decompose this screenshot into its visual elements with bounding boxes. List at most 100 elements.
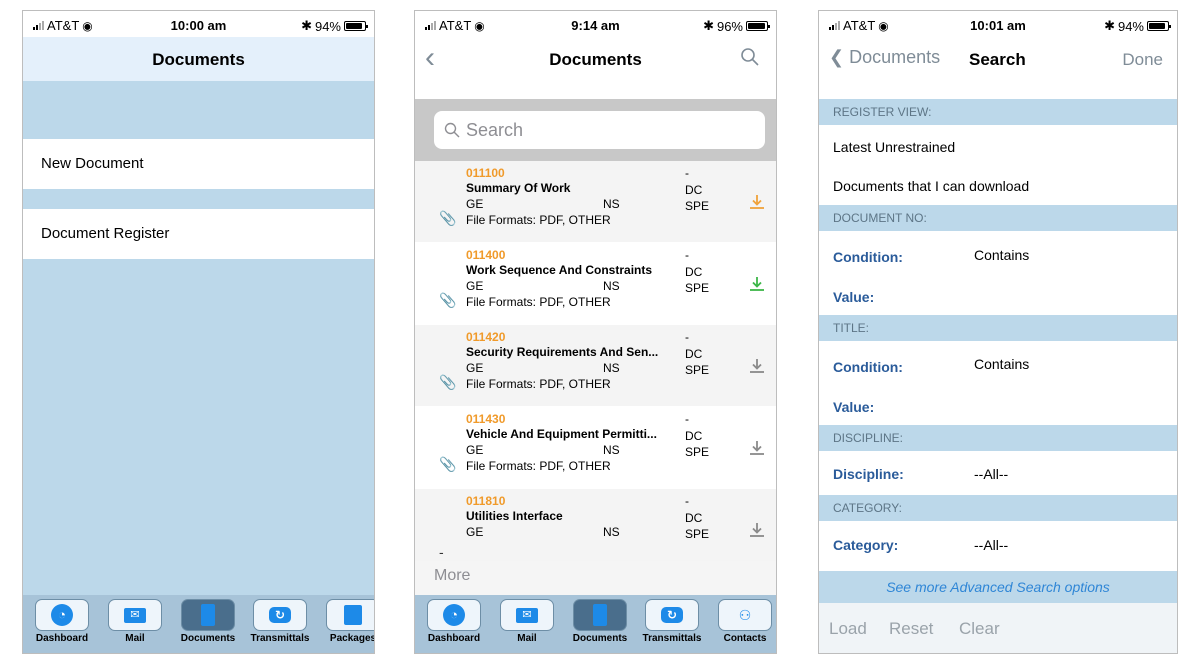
attachment-icon: 📎	[439, 456, 457, 472]
clear-button[interactable]: Clear	[959, 619, 1000, 639]
document-row[interactable]: 011100 Summary Of Work GE NS - DC SPE File Form…	[415, 161, 776, 242]
document-row[interactable]: 011810 Utilities Interface GE NS - DC SPE -	[415, 489, 776, 561]
chevron-left-icon: ❮	[829, 47, 845, 67]
battery-icon	[1147, 21, 1171, 31]
document-discipline: DC	[685, 347, 703, 361]
battery-percent: 94%	[314, 18, 341, 34]
document-revision: -	[685, 494, 689, 508]
new-document-item[interactable]: New Document	[23, 139, 374, 189]
document-status: NS	[603, 443, 620, 457]
document-title: Security Requirements And Sen...	[466, 345, 659, 359]
document-no-header: DOCUMENT NO:	[819, 205, 1177, 231]
discipline-value[interactable]: --All--	[974, 466, 1008, 482]
battery-percent: 94%	[1117, 18, 1144, 34]
document-status: NS	[603, 279, 620, 293]
tab-mail[interactable]: ✉ Mail	[492, 599, 562, 644]
mail-icon: ✉	[516, 607, 538, 623]
tab-bar: ◔ Dashboard ✉ Mail Documents ↻ Transmittals…	[415, 595, 776, 653]
bluetooth-icon: ✱	[1104, 18, 1115, 33]
status-bar: AT&T ◉ 10:00 am ✱ 94%	[23, 11, 374, 37]
transmittals-icon: ↻	[661, 607, 683, 623]
discipline-header: DISCIPLINE:	[819, 425, 1177, 451]
documents-icon	[201, 604, 215, 626]
tab-documents[interactable]: Documents	[565, 599, 635, 644]
document-discipline: DC	[685, 265, 703, 279]
search-actions-bar: Load Reset Clear	[819, 603, 1177, 653]
reset-button[interactable]: Reset	[889, 619, 933, 639]
tab-dashboard[interactable]: ◔ Dashboard	[27, 599, 97, 644]
battery-icon	[344, 21, 368, 31]
search-input[interactable]: Search	[434, 111, 765, 149]
document-category: SPE	[685, 363, 710, 377]
document-register-item[interactable]: Document Register	[23, 209, 374, 259]
discipline-label: Discipline:	[833, 466, 904, 482]
back-button[interactable]: ❮ Documents	[829, 47, 940, 68]
tab-documents[interactable]: Documents	[173, 599, 243, 644]
document-type: GE	[466, 443, 484, 457]
status-bar: AT&T ◉ 9:14 am ✱ 96%	[415, 11, 776, 37]
document-status: NS	[603, 197, 620, 211]
search-screen: AT&T ◉ 10:01 am ✱ 94% ❮ Documents Search D…	[818, 10, 1178, 654]
download-icon[interactable]	[749, 522, 765, 538]
advanced-search-link[interactable]: See more Advanced Search options	[819, 571, 1177, 603]
bluetooth-icon: ✱	[703, 18, 714, 33]
search-icon	[444, 122, 460, 138]
category-value[interactable]: --All--	[974, 537, 1008, 553]
page-title: Documents	[152, 50, 245, 69]
document-code: 011100	[466, 166, 505, 180]
load-button[interactable]: Load	[829, 619, 867, 639]
search-icon[interactable]	[740, 47, 760, 72]
document-row[interactable]: 011420 Security Requirements And Sen... GE…	[415, 325, 776, 406]
nav-bar: ❮ Documents Search Done	[819, 37, 1177, 81]
file-formats: File Formats: PDF, OTHER	[466, 377, 611, 391]
document-code: 011430	[466, 412, 506, 426]
page-title: Search	[969, 50, 1026, 69]
download-icon[interactable]	[749, 194, 765, 210]
download-icon[interactable]	[749, 440, 765, 456]
battery-percent: 96%	[716, 18, 743, 34]
downloadable-documents-option[interactable]: Documents that I can download	[833, 178, 1029, 194]
register-view-header: REGISTER VIEW:	[819, 99, 1177, 125]
done-button[interactable]: Done	[1122, 50, 1163, 70]
document-code: 011810	[466, 494, 506, 508]
download-icon[interactable]	[749, 358, 765, 374]
tab-dashboard[interactable]: ◔ Dashboard	[419, 599, 489, 644]
latest-unrestrained-option[interactable]: Latest Unrestrained	[833, 139, 955, 155]
documents-icon	[593, 604, 607, 626]
document-title: Summary Of Work	[466, 181, 571, 195]
docno-condition-value[interactable]: Contains	[974, 247, 1029, 263]
nav-bar: Documents	[23, 37, 374, 81]
document-discipline: DC	[685, 429, 703, 443]
document-row[interactable]: 011430 Vehicle And Equipment Permitti... G…	[415, 407, 776, 488]
dashboard-icon: ◔	[51, 604, 73, 626]
file-formats: File Formats: PDF, OTHER	[466, 213, 611, 227]
tab-bar: ◔ Dashboard ✉ Mail Documents ↻ Transmittals…	[23, 595, 374, 653]
tab-contacts[interactable]: ⚇ Contacts	[710, 599, 776, 644]
file-formats: File Formats: PDF, OTHER	[466, 459, 611, 473]
tab-packages[interactable]: Packages	[318, 599, 374, 644]
contacts-icon: ⚇	[738, 606, 752, 623]
document-type: GE	[466, 197, 484, 211]
battery-icon	[746, 21, 770, 31]
more-link[interactable]: More	[415, 561, 776, 596]
tab-mail[interactable]: ✉ Mail	[100, 599, 170, 644]
documents-list-screen: AT&T ◉ 9:14 am ✱ 96% ‹ Documents Search 01…	[414, 10, 777, 654]
page-title: Documents	[549, 50, 642, 69]
document-category: SPE	[685, 527, 710, 541]
condition-label: Condition:	[833, 359, 903, 375]
category-label: Category:	[833, 537, 899, 553]
tab-transmittals[interactable]: ↻ Transmittals	[245, 599, 315, 644]
tab-transmittals[interactable]: ↻ Transmittals	[637, 599, 707, 644]
value-label: Value:	[833, 289, 875, 305]
document-row[interactable]: 011400 Work Sequence And Constraints GE NS -…	[415, 243, 776, 324]
title-condition-value[interactable]: Contains	[974, 356, 1029, 372]
attachment-icon: 📎	[439, 374, 457, 390]
document-title: Utilities Interface	[466, 509, 563, 523]
category-header: CATEGORY:	[819, 495, 1177, 521]
dashboard-icon: ◔	[443, 604, 465, 626]
document-type: GE	[466, 361, 484, 375]
document-revision: -	[685, 330, 689, 344]
document-status: NS	[603, 525, 620, 539]
attachment-icon: 📎	[439, 210, 457, 226]
download-icon[interactable]	[749, 276, 765, 292]
